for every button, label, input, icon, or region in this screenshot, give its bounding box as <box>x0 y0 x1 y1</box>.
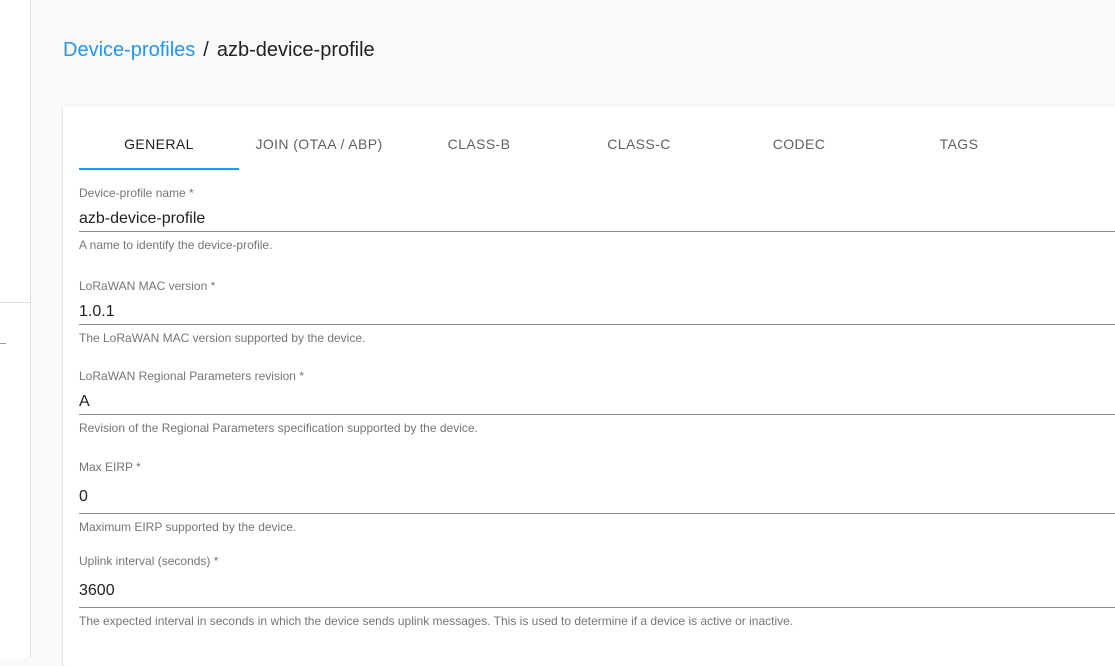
uplink-interval-label: Uplink interval (seconds) * <box>79 554 219 568</box>
regional-params-field: LoRaWAN Regional Parameters revision * R… <box>79 369 1115 435</box>
tab-tags[interactable]: TAGS <box>879 118 1039 170</box>
uplink-interval-field: Uplink interval (seconds) * The expected… <box>79 554 1115 628</box>
tab-join[interactable]: JOIN (OTAA / ABP) <box>239 118 399 170</box>
device-profile-name-field: Device-profile name * A name to identify… <box>79 186 1115 252</box>
regional-params-label: LoRaWAN Regional Parameters revision * <box>79 369 304 383</box>
uplink-interval-input[interactable] <box>79 574 1115 608</box>
device-profile-name-label: Device-profile name * <box>79 186 194 200</box>
mac-version-helper: The LoRaWAN MAC version supported by the… <box>79 331 366 345</box>
max-eirp-helper: Maximum EIRP supported by the device. <box>79 520 297 534</box>
page-title: azb-device-profile <box>216 39 375 61</box>
mac-version-select[interactable] <box>79 299 1115 325</box>
tab-class-b[interactable]: CLASS-B <box>399 118 559 170</box>
sidebar-divider <box>0 302 30 303</box>
mac-version-label: LoRaWAN MAC version * <box>79 279 216 293</box>
regional-params-select[interactable] <box>79 389 1115 415</box>
regional-params-helper: Revision of the Regional Parameters spec… <box>79 421 478 435</box>
device-profile-form-card: GENERAL JOIN (OTAA / ABP) CLASS-B CLASS-… <box>63 106 1115 666</box>
breadcrumb-separator: / <box>203 39 209 61</box>
device-profile-name-helper: A name to identify the device-profile. <box>79 238 273 252</box>
tab-codec[interactable]: CODEC <box>719 118 879 170</box>
breadcrumb: Device-profiles / azb-device-profile <box>63 37 375 63</box>
max-eirp-label: Max EIRP * <box>79 460 141 474</box>
max-eirp-field: Max EIRP * Maximum EIRP supported by the… <box>79 460 1115 534</box>
device-profile-name-input[interactable] <box>79 206 1115 232</box>
breadcrumb-device-profiles-link[interactable]: Device-profiles <box>63 39 195 61</box>
sidebar <box>0 0 31 657</box>
tab-general[interactable]: GENERAL <box>79 118 239 170</box>
tab-bar: GENERAL JOIN (OTAA / ABP) CLASS-B CLASS-… <box>79 118 1039 170</box>
max-eirp-input[interactable] <box>79 480 1115 514</box>
mac-version-field: LoRaWAN MAC version * The LoRaWAN MAC ve… <box>79 279 1115 345</box>
uplink-interval-helper: The expected interval in seconds in whic… <box>79 614 794 628</box>
tab-class-c[interactable]: CLASS-C <box>559 118 719 170</box>
sidebar-collapse-handle[interactable] <box>0 343 6 344</box>
